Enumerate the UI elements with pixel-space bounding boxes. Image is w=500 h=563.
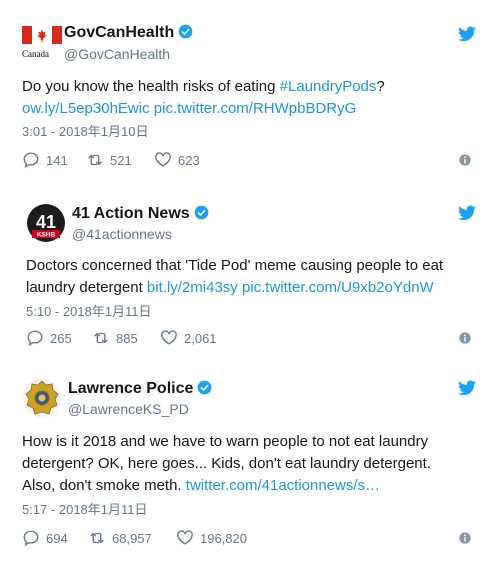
retweet-icon bbox=[90, 532, 104, 544]
author-handle[interactable]: @GovCanHealth bbox=[64, 46, 170, 62]
tweet-text-line-3: Also, don't smoke meth. twitter.com/41ac… bbox=[22, 477, 381, 494]
tweet-actions: 265 885 2,061 bbox=[26, 329, 482, 347]
avatar-number: 41 bbox=[36, 212, 56, 232]
quoted-tweet-link[interactable]: twitter.com/41actionnews/s… bbox=[186, 477, 380, 494]
verified-badge-icon bbox=[194, 205, 209, 220]
41-action-news-logo-icon[interactable]: 41 KSHB bbox=[26, 203, 66, 243]
tweet-text-line-2: laundry detergent bit.ly/2mi43sy pic.twi… bbox=[26, 279, 434, 296]
heart-icon bbox=[161, 330, 177, 345]
retweet-icon bbox=[88, 154, 102, 166]
info-icon[interactable] bbox=[458, 153, 472, 167]
info-icon[interactable] bbox=[458, 531, 472, 545]
reply-icon bbox=[27, 330, 43, 347]
author-handle[interactable]: @LawrenceKS_PD bbox=[68, 401, 189, 417]
reply-button[interactable]: 141 bbox=[22, 151, 68, 169]
like-button[interactable]: 623 bbox=[154, 151, 200, 169]
info-icon[interactable] bbox=[458, 331, 472, 345]
reply-icon bbox=[23, 152, 39, 169]
tweet-timestamp[interactable]: 3:01 - 2018年1月10日 bbox=[22, 124, 148, 140]
verified-badge-icon bbox=[198, 380, 212, 395]
pic-link[interactable]: pic.twitter.com/RHWpbBDRyG bbox=[154, 100, 357, 117]
reply-button[interactable]: 694 bbox=[22, 529, 68, 547]
tweet-text-line-2: detergent? OK, here goes... Kids, don't … bbox=[22, 455, 431, 472]
retweet-button[interactable]: 68,957 bbox=[88, 529, 152, 547]
like-button[interactable]: 196,820 bbox=[176, 529, 247, 547]
reply-icon bbox=[23, 530, 39, 547]
reply-button[interactable]: 265 bbox=[26, 329, 72, 347]
tweet-text-line-1: How is it 2018 and we have to warn peopl… bbox=[22, 433, 429, 450]
heart-icon bbox=[155, 152, 171, 167]
canada-flag-icon[interactable]: Canada bbox=[22, 26, 62, 59]
twitter-bird-icon[interactable] bbox=[458, 380, 476, 396]
tweet-govcanhealth: Canada GovCanHealth @GovCanHealth Do you… bbox=[0, 0, 500, 185]
author-name[interactable]: GovCanHealth bbox=[64, 24, 193, 42]
author-name[interactable]: Lawrence Police bbox=[68, 380, 212, 398]
hashtag-link[interactable]: #LaundryPods bbox=[280, 78, 377, 95]
tweet-41actionnews: 41 KSHB 41 Action News @41actionnews Doc… bbox=[0, 185, 500, 360]
short-link[interactable]: ow.ly/L5ep30hEwic bbox=[22, 100, 150, 117]
avatar-sub: KSHB bbox=[37, 232, 56, 239]
retweet-button[interactable]: 885 bbox=[92, 329, 138, 347]
like-button[interactable]: 2,061 bbox=[160, 329, 217, 347]
tweet-text-line-1: Doctors concerned that 'Tide Pod' meme c… bbox=[26, 257, 444, 274]
author-handle[interactable]: @41actionnews bbox=[72, 226, 172, 242]
tweet-actions: 141 521 623 bbox=[22, 151, 482, 169]
tweet-text-line-2: ow.ly/L5ep30hEwic pic.twitter.com/RHWpbB… bbox=[22, 98, 356, 120]
police-badge-icon[interactable] bbox=[22, 378, 62, 418]
tweet-timestamp[interactable]: 5:17 - 2018年1月11日 bbox=[22, 502, 148, 518]
twitter-bird-icon[interactable] bbox=[458, 26, 476, 42]
tweet-lawrencepolice: Lawrence Police @LawrenceKS_PD How is it… bbox=[0, 360, 500, 563]
canada-wordmark: Canada bbox=[22, 49, 49, 59]
twitter-bird-icon[interactable] bbox=[458, 205, 476, 221]
author-name[interactable]: 41 Action News bbox=[72, 205, 209, 223]
short-link[interactable]: bit.ly/2mi43sy bbox=[147, 279, 238, 296]
retweet-button[interactable]: 521 bbox=[86, 151, 132, 169]
heart-icon bbox=[177, 530, 193, 545]
verified-badge-icon bbox=[178, 24, 193, 39]
tweet-actions: 694 68,957 196,820 bbox=[22, 529, 482, 547]
retweet-icon bbox=[94, 332, 108, 344]
tweet-timestamp[interactable]: 5:10 - 2018年1月11日 bbox=[26, 304, 152, 320]
pic-link[interactable]: pic.twitter.com/U9xb2oYdnW bbox=[242, 279, 434, 296]
tweet-text-line-1: Do you know the health risks of eating #… bbox=[22, 78, 385, 95]
